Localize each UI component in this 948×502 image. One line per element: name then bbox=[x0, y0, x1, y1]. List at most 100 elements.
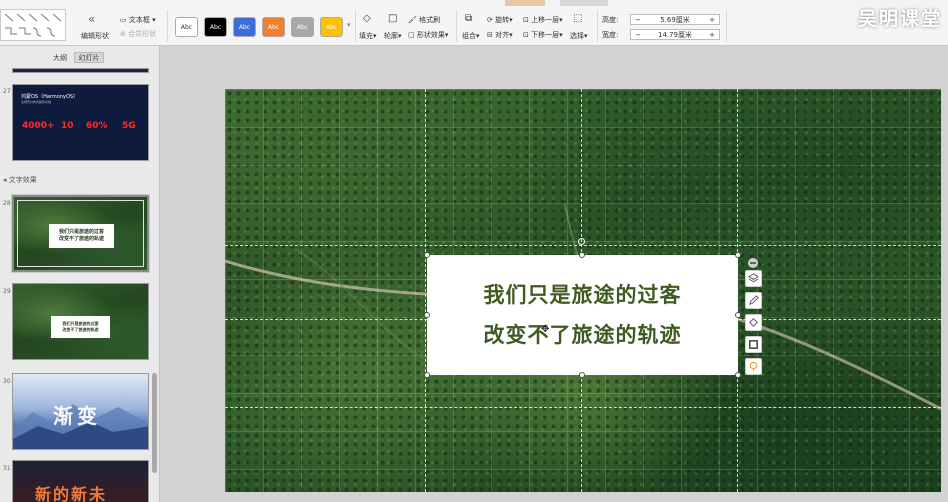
slide-panel: 大纲 幻灯片 27 鸿蒙OS（HarmonyOS） 全场景分布式操作系统 400… bbox=[0, 46, 160, 502]
outline-button[interactable]: 轮廓▾ bbox=[384, 31, 402, 41]
thumb-text-card: 我们只是旅途的过客 改变不了旅途的轨迹 bbox=[51, 316, 110, 338]
height-label: 高度: bbox=[602, 16, 619, 24]
select-label: 选择 bbox=[570, 32, 584, 40]
text-box-button[interactable]: ▭ 文本框 ▾ bbox=[120, 15, 156, 25]
resize-handle-tr[interactable] bbox=[735, 252, 741, 258]
watermark: 吴明课堂 bbox=[857, 8, 942, 30]
thumb-stat: 5G bbox=[122, 121, 136, 131]
section-header[interactable]: ◂ 文字效果 bbox=[3, 175, 37, 185]
align-label: 对齐 bbox=[495, 31, 510, 39]
style-swatch-blue[interactable]: Abc bbox=[233, 17, 256, 37]
text-box-label: 文本框 bbox=[128, 16, 150, 24]
send-backward-label: 下移一层 bbox=[531, 31, 560, 39]
slide-number: 30 bbox=[3, 378, 11, 385]
resize-handle-r[interactable] bbox=[735, 312, 741, 318]
tab-outline[interactable]: 大纲 bbox=[48, 52, 72, 63]
width-label: 宽度: bbox=[602, 31, 619, 39]
collapse-toolbar-button[interactable] bbox=[748, 258, 758, 268]
spin-minus-icon[interactable]: − bbox=[635, 16, 641, 24]
width-input[interactable]: − 14.79厘米 + bbox=[630, 29, 720, 40]
divider bbox=[355, 10, 356, 42]
slide-thumb-30[interactable]: 渐变 bbox=[12, 373, 149, 450]
resize-handle-l[interactable] bbox=[424, 312, 430, 318]
thumb-line: 改变不了旅途的轨迹 bbox=[62, 327, 99, 332]
spin-plus-icon[interactable]: + bbox=[709, 16, 715, 24]
thumb-heading: 新的新未 bbox=[35, 485, 108, 502]
style-swatch-white[interactable]: Abc bbox=[175, 17, 198, 37]
select-button[interactable]: 选择▾ bbox=[570, 31, 588, 41]
send-backward-button[interactable]: ⊡ 下移一层▾ bbox=[523, 30, 563, 40]
slide-text-line-1[interactable]: 我们只是旅途的过客 bbox=[484, 275, 682, 315]
slide-thumb-27[interactable]: 鸿蒙OS（HarmonyOS） 全场景分布式操作系统 4000+ 10 60% … bbox=[12, 84, 149, 161]
select-icon: ⬚ bbox=[573, 13, 583, 24]
resize-handle-br[interactable] bbox=[735, 372, 741, 378]
combine-button[interactable]: 组合▾ bbox=[462, 31, 480, 41]
spin-plus-icon[interactable]: + bbox=[709, 31, 715, 39]
thumb-subtitle: 全场景分布式操作系统 bbox=[21, 100, 52, 104]
divider bbox=[167, 10, 168, 42]
minus-icon bbox=[750, 262, 756, 264]
tab-slides[interactable]: 幻灯片 bbox=[74, 52, 104, 63]
resize-handle-t[interactable] bbox=[579, 252, 585, 258]
slide-thumb-26-partial[interactable] bbox=[12, 68, 149, 73]
shape-gallery-icon bbox=[4, 13, 62, 37]
thumb-stat: 10 bbox=[61, 121, 74, 131]
style-swatch-black[interactable]: Abc bbox=[204, 17, 227, 37]
shape-gallery[interactable] bbox=[0, 9, 66, 41]
resize-handle-b[interactable] bbox=[579, 372, 585, 378]
edit-shape-icon: « bbox=[88, 12, 96, 26]
shape-effects-button[interactable]: ▢ 形状效果▾ bbox=[408, 30, 448, 40]
combine-icon: ⧉ bbox=[465, 13, 473, 24]
align-button[interactable]: ⊟ 对齐▾ bbox=[487, 30, 513, 40]
fill-icon: ◇ bbox=[363, 13, 371, 24]
animation-button[interactable] bbox=[745, 358, 762, 375]
slide-number: 31 bbox=[3, 465, 11, 472]
move-cursor-icon: ✥ bbox=[541, 324, 550, 335]
smart-guide bbox=[225, 245, 941, 246]
thumb-heading: 渐变 bbox=[53, 404, 101, 428]
style-swatch-gold[interactable]: Abc bbox=[320, 17, 343, 37]
smart-guide bbox=[425, 89, 426, 492]
edit-button[interactable] bbox=[745, 292, 762, 309]
bring-forward-button[interactable]: ⊡ 上移一层▾ bbox=[523, 15, 563, 25]
paint-bucket-icon bbox=[749, 318, 758, 327]
fill-shape-button[interactable] bbox=[745, 314, 762, 331]
style-swatch-orange[interactable]: Abc bbox=[262, 17, 285, 37]
section-label: 文字效果 bbox=[8, 176, 37, 184]
spin-minus-icon[interactable]: − bbox=[635, 31, 641, 39]
thumb-text-card: 我们只是旅途的过客 改变不了旅途的轨迹 bbox=[49, 224, 114, 248]
divider bbox=[456, 10, 457, 42]
rotate-button[interactable]: ⟳ 旋转▾ bbox=[487, 15, 513, 25]
outline-shape-button[interactable] bbox=[745, 336, 762, 353]
style-swatch-gray[interactable]: Abc bbox=[291, 17, 314, 37]
slide-number: 27 bbox=[3, 88, 11, 95]
height-input[interactable]: − 5.69厘米 + bbox=[630, 14, 720, 25]
combine-label: 组合 bbox=[462, 32, 476, 40]
rotate-handle[interactable] bbox=[578, 238, 585, 245]
shape-effects-label: 形状效果 bbox=[416, 31, 445, 39]
slide-thumb-31[interactable]: 新的新未 bbox=[12, 460, 149, 502]
edit-shape-button[interactable]: 编辑形状 bbox=[81, 31, 109, 41]
divider bbox=[597, 10, 598, 42]
thumb-stat: 60% bbox=[86, 121, 108, 131]
outline-icon: □ bbox=[388, 13, 398, 24]
panel-scrollbar[interactable] bbox=[152, 373, 157, 473]
resize-handle-bl[interactable] bbox=[424, 372, 430, 378]
pencil-icon bbox=[749, 295, 759, 305]
ribbon-toolbar: « 编辑形状 ▭ 文本框 ▾ ⊕ 合并形状 Abc Abc Abc Abc Ab… bbox=[0, 6, 948, 46]
selected-text-box[interactable]: 我们只是旅途的过客 改变不了旅途的轨迹 bbox=[427, 255, 738, 375]
fill-button[interactable]: 填充▾ bbox=[359, 31, 377, 41]
layers-button[interactable] bbox=[745, 270, 762, 287]
slide-number: 28 bbox=[3, 200, 11, 207]
width-value: 14.79厘米 bbox=[657, 30, 693, 39]
fill-label: 填充 bbox=[359, 32, 373, 40]
thumb-title: 鸿蒙OS（HarmonyOS） bbox=[21, 94, 79, 100]
slide-thumb-29[interactable]: 我们只是旅途的过客 改变不了旅途的轨迹 bbox=[12, 283, 149, 360]
format-painter-button[interactable]: 🖌 格式刷 bbox=[408, 15, 440, 25]
resize-handle-tl[interactable] bbox=[424, 252, 430, 258]
slide-text-line-2[interactable]: 改变不了旅途的轨迹 bbox=[484, 315, 682, 355]
slide-thumb-28[interactable]: 我们只是旅途的过客 改变不了旅途的轨迹 bbox=[12, 195, 149, 272]
merge-shape-button[interactable]: ⊕ 合并形状 bbox=[120, 29, 156, 39]
smart-guide bbox=[225, 407, 941, 408]
gallery-more-icon[interactable]: ▾ bbox=[347, 21, 351, 29]
